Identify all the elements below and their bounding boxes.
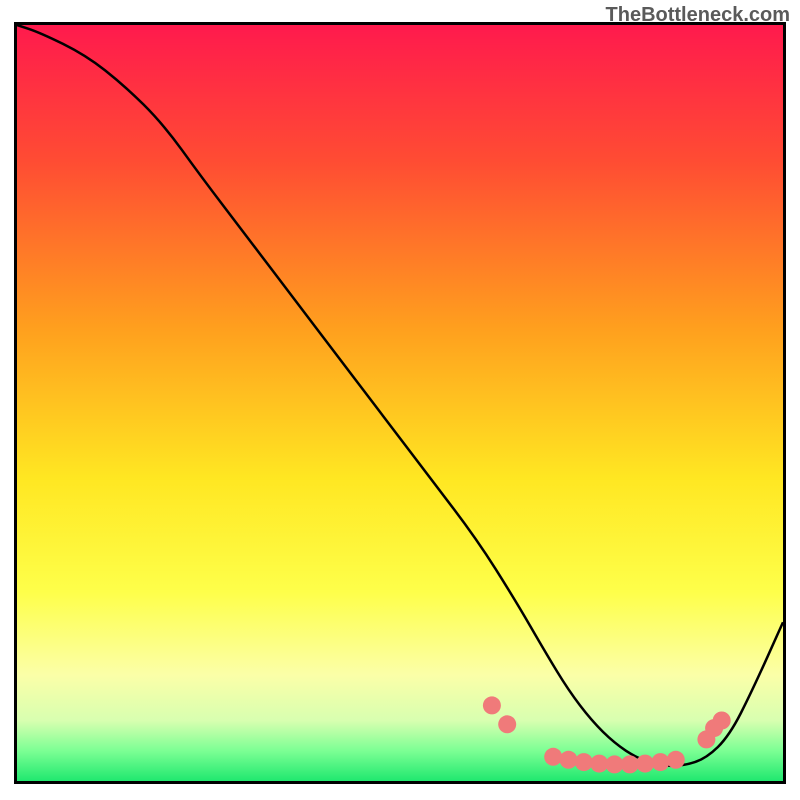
highlight-point (560, 751, 578, 769)
highlight-point (483, 696, 501, 714)
chart-frame (14, 22, 786, 784)
highlight-point (621, 755, 639, 773)
highlight-point (667, 751, 685, 769)
highlight-point (636, 755, 654, 773)
attribution-label: TheBottleneck.com (606, 4, 790, 27)
chart-background (17, 25, 783, 781)
highlight-point (713, 712, 731, 730)
highlight-point (590, 755, 608, 773)
highlight-point (498, 715, 516, 733)
highlight-point (544, 748, 562, 766)
chart-container: TheBottleneck.com (0, 0, 800, 800)
highlight-point (651, 753, 669, 771)
highlight-point (575, 753, 593, 771)
chart-svg (17, 25, 783, 781)
